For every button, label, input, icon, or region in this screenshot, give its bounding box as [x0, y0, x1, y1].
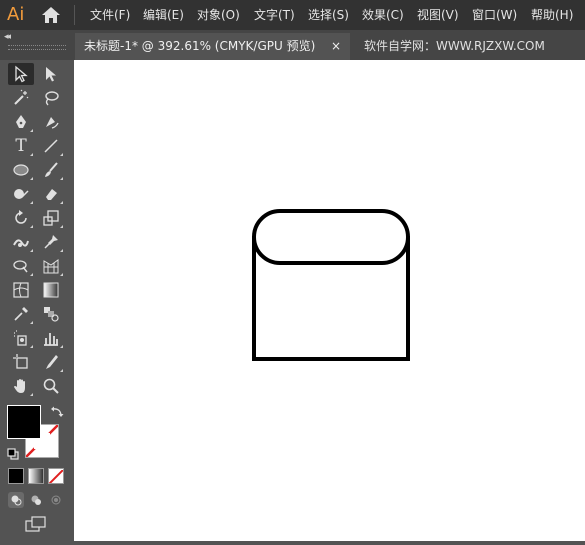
document-tab-active[interactable]: 未标题-1* @ 392.61% (CMYK/GPU 预览) × [75, 33, 350, 60]
menu-divider [74, 5, 75, 25]
menu-file[interactable]: 文件(F) [90, 0, 130, 30]
slice-tool-icon[interactable] [38, 351, 64, 373]
color-mode-button[interactable] [8, 468, 24, 484]
blend-tool-icon[interactable] [38, 303, 64, 325]
line-segment-tool-icon[interactable] [38, 135, 64, 157]
tab-close-icon[interactable]: × [331, 33, 341, 60]
width-tool-icon[interactable] [8, 231, 34, 253]
type-tool-icon[interactable]: T [8, 135, 34, 157]
menu-help[interactable]: 帮助(H) [531, 0, 573, 30]
artboard-tool-icon[interactable] [8, 351, 34, 373]
eraser-tool-icon[interactable] [38, 183, 64, 205]
scale-tool-icon[interactable] [38, 207, 64, 229]
shape-builder-tool-icon[interactable] [8, 255, 34, 277]
menu-edit[interactable]: 编辑(E) [143, 0, 184, 30]
magic-wand-tool-icon[interactable] [8, 87, 34, 109]
eyedropper-tool-icon[interactable] [8, 303, 34, 325]
puppet-warp-tool-icon[interactable] [38, 231, 64, 253]
screen-mode-icon[interactable] [25, 516, 47, 532]
artboard-canvas[interactable] [74, 60, 585, 541]
ellipse-tool-icon[interactable] [8, 159, 34, 181]
menu-effect[interactable]: 效果(C) [362, 0, 404, 30]
column-graph-tool-icon[interactable] [38, 327, 64, 349]
menu-type[interactable]: 文字(T) [254, 0, 295, 30]
draw-behind-icon[interactable] [28, 492, 44, 508]
curvature-tool-icon[interactable] [38, 111, 64, 133]
envelope-flap-shape [252, 209, 410, 265]
paintbrush-tool-icon[interactable] [38, 159, 64, 181]
home-icon[interactable] [40, 5, 62, 25]
zoom-tool-icon[interactable] [38, 375, 64, 397]
panel-grip[interactable] [8, 45, 66, 50]
collapse-panel-icon[interactable]: ◂◂ [4, 32, 11, 42]
document-tab-label: 未标题-1* @ 392.61% (CMYK/GPU 预览) [84, 39, 316, 53]
lasso-tool-icon[interactable] [38, 87, 64, 109]
swap-fill-stroke-icon[interactable] [50, 404, 64, 418]
pen-tool-icon[interactable] [8, 111, 34, 133]
menu-select[interactable]: 选择(S) [308, 0, 349, 30]
menu-bar: Ai 文件(F) 编辑(E) 对象(O) 文字(T) 选择(S) 效果(C) 视… [0, 0, 585, 30]
direct-selection-tool-icon[interactable] [38, 63, 64, 85]
default-fill-stroke-icon[interactable] [7, 445, 19, 460]
draw-inside-icon[interactable] [48, 492, 64, 508]
gradient-tool-icon[interactable] [38, 279, 64, 301]
perspective-grid-tool-icon[interactable] [38, 255, 64, 277]
gradient-mode-button[interactable] [28, 468, 44, 484]
menu-window[interactable]: 窗口(W) [472, 0, 517, 30]
rotate-tool-icon[interactable] [8, 207, 34, 229]
hand-tool-icon[interactable] [8, 375, 34, 397]
mesh-tool-icon[interactable] [8, 279, 34, 301]
artwork [252, 209, 410, 361]
document-tab-inactive[interactable]: 软件自学网：WWW.RJZXW.COM [364, 33, 545, 60]
shaper-tool-icon[interactable] [8, 183, 34, 205]
none-mode-button[interactable] [48, 468, 64, 484]
fill-color-swatch-front[interactable] [7, 405, 41, 439]
menu-object[interactable]: 对象(O) [197, 0, 240, 30]
symbol-sprayer-tool-icon[interactable] [8, 327, 34, 349]
app-logo: Ai [7, 4, 25, 25]
selection-tool-icon[interactable] [8, 63, 34, 85]
menu-view[interactable]: 视图(V) [417, 0, 459, 30]
draw-normal-icon[interactable] [8, 492, 24, 508]
